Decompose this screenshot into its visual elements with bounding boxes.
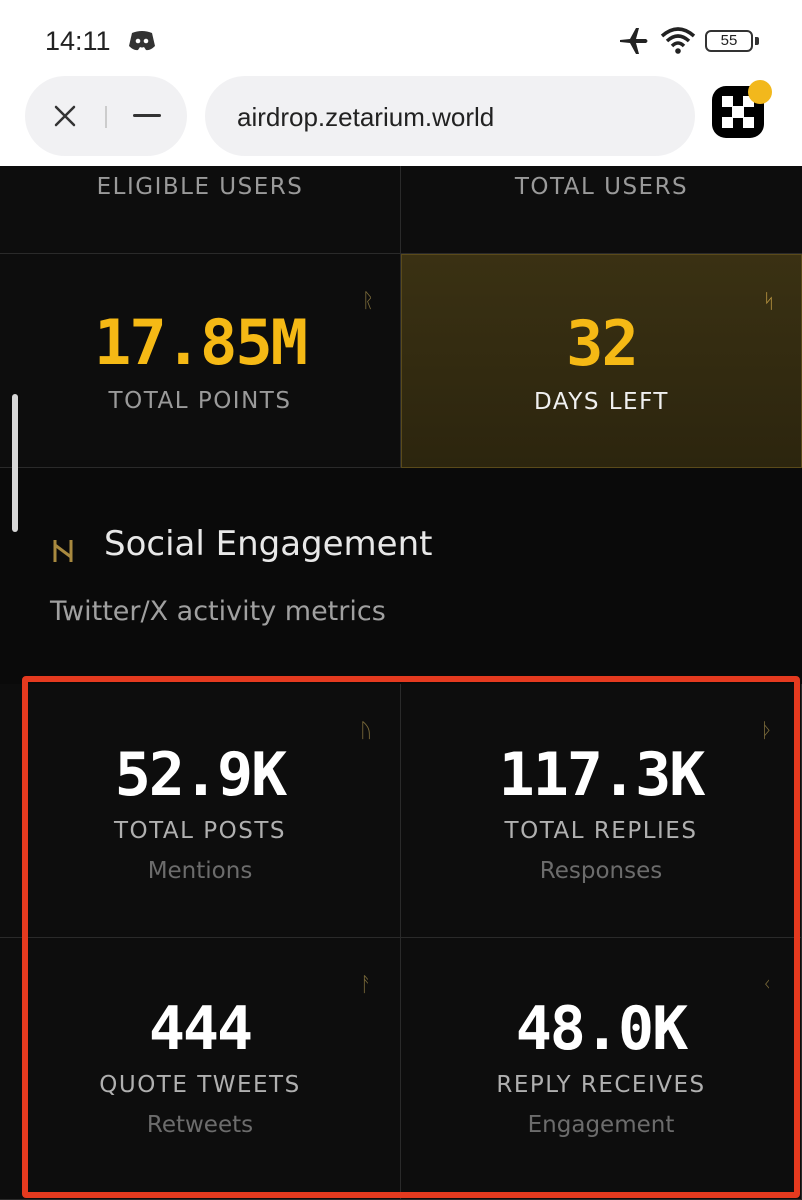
rune-icon: ᚦ xyxy=(761,718,773,742)
address-bar[interactable]: airdrop.zetarium.world xyxy=(205,76,695,156)
social-section-icon xyxy=(53,540,73,562)
total-posts-card: ᚢ 52.9K TOTAL POSTS Mentions xyxy=(0,684,401,938)
status-time: 14:11 xyxy=(45,26,111,56)
total-points-label: TOTAL POINTS xyxy=(108,388,292,414)
days-left-value: 32 xyxy=(566,307,639,380)
battery-level: 55 xyxy=(720,32,738,49)
browser-toolbar: airdrop.zetarium.world xyxy=(0,72,802,166)
rune-icon: ᚢ xyxy=(360,718,372,742)
days-left-card: ᛋ 32 DAYS LEFT xyxy=(401,254,802,468)
eligible-users-card: ELIGIBLE USERS xyxy=(0,166,401,254)
section-subtitle: Twitter/X activity metrics xyxy=(50,596,386,627)
eligible-users-label: ELIGIBLE USERS xyxy=(96,174,304,200)
extension-badge-icon xyxy=(748,80,772,104)
total-users-label: TOTAL USERS xyxy=(514,174,689,200)
total-posts-label: TOTAL POSTS xyxy=(114,818,286,844)
total-replies-card: ᚦ 117.3K TOTAL REPLIES Responses xyxy=(401,684,802,938)
reply-receives-label: REPLY RECEIVES xyxy=(496,1072,706,1098)
total-replies-value: 117.3K xyxy=(498,740,706,810)
total-posts-value: 52.9K xyxy=(114,740,288,810)
divider xyxy=(105,106,107,128)
rune-icon: ᚲ xyxy=(761,972,773,996)
close-icon[interactable] xyxy=(51,102,79,130)
discord-icon xyxy=(129,31,155,51)
quote-tweets-value: 444 xyxy=(148,994,253,1064)
reply-receives-value: 48.0K xyxy=(515,994,689,1064)
minimize-icon[interactable] xyxy=(133,114,161,117)
total-users-card: TOTAL USERS xyxy=(401,166,802,254)
section-title: Social Engagement xyxy=(104,524,433,564)
total-points-value: 17.85M xyxy=(94,306,308,379)
reply-receives-card: ᚲ 48.0K REPLY RECEIVES Engagement xyxy=(401,938,802,1200)
reply-receives-sub: Engagement xyxy=(527,1112,675,1138)
url-text: airdrop.zetarium.world xyxy=(237,102,495,132)
quote-tweets-card: ᚨ 444 QUOTE TWEETS Retweets xyxy=(0,938,401,1200)
page-content: ELIGIBLE USERS TOTAL USERS ᚱ 17.85M TOTA… xyxy=(0,166,802,1200)
battery-icon: 55 xyxy=(705,30,759,52)
wifi-icon xyxy=(660,27,696,54)
quote-tweets-label: QUOTE TWEETS xyxy=(99,1072,301,1098)
airplane-icon xyxy=(620,28,648,54)
quote-tweets-sub: Retweets xyxy=(146,1112,254,1138)
days-left-label: DAYS LEFT xyxy=(534,389,669,415)
extension-icon[interactable] xyxy=(712,80,772,138)
total-replies-label: TOTAL REPLIES xyxy=(504,818,698,844)
total-points-card: ᚱ 17.85M TOTAL POINTS xyxy=(0,254,401,468)
status-bar: 14:11 55 xyxy=(0,0,802,72)
total-replies-sub: Responses xyxy=(539,858,663,884)
nav-pill xyxy=(25,76,187,156)
scrollbar-thumb[interactable] xyxy=(12,394,18,532)
rune-icon: ᚨ xyxy=(360,972,372,996)
total-posts-sub: Mentions xyxy=(147,858,253,884)
